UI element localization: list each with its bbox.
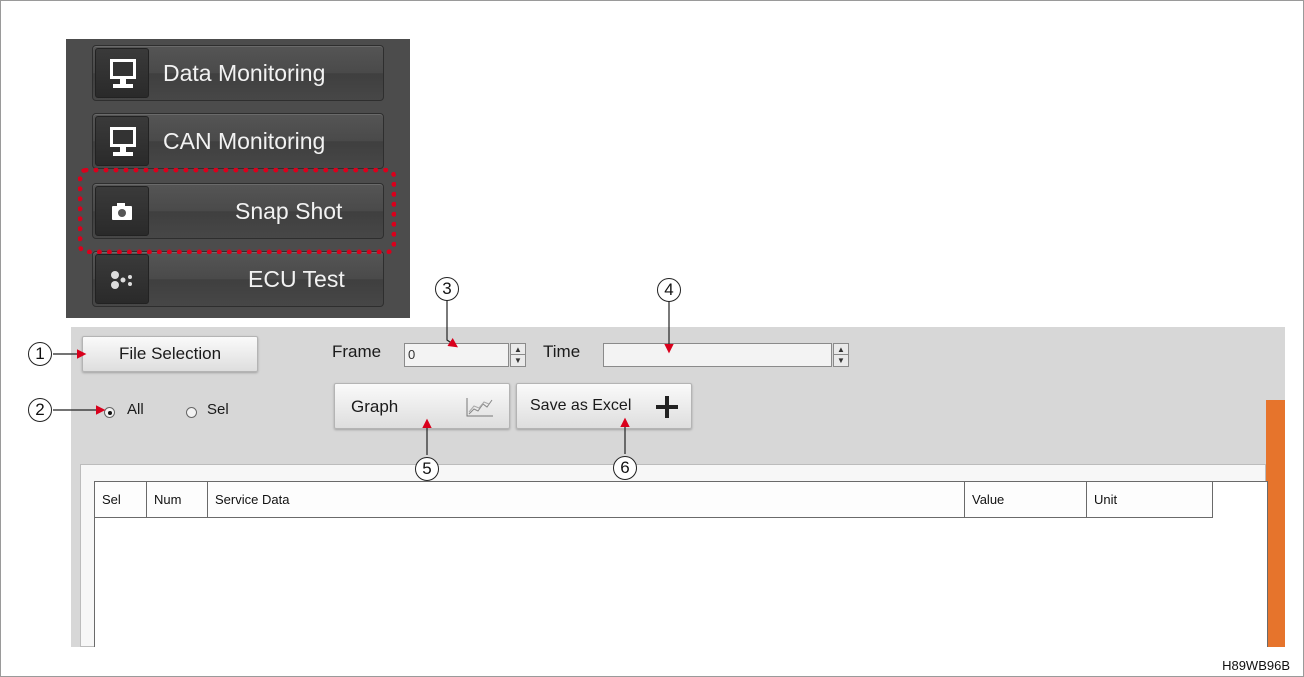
callout-2: 2 [28,398,52,422]
callout-5: 5 [415,457,439,481]
callout-4: 4 [657,278,681,302]
callout-3-arrow [446,300,458,348]
figure-code: H89WB96B [1222,658,1290,673]
callout-6: 6 [613,456,637,480]
callout-arrows [53,300,674,455]
callout-1: 1 [28,342,52,366]
callout-3: 3 [435,277,459,301]
